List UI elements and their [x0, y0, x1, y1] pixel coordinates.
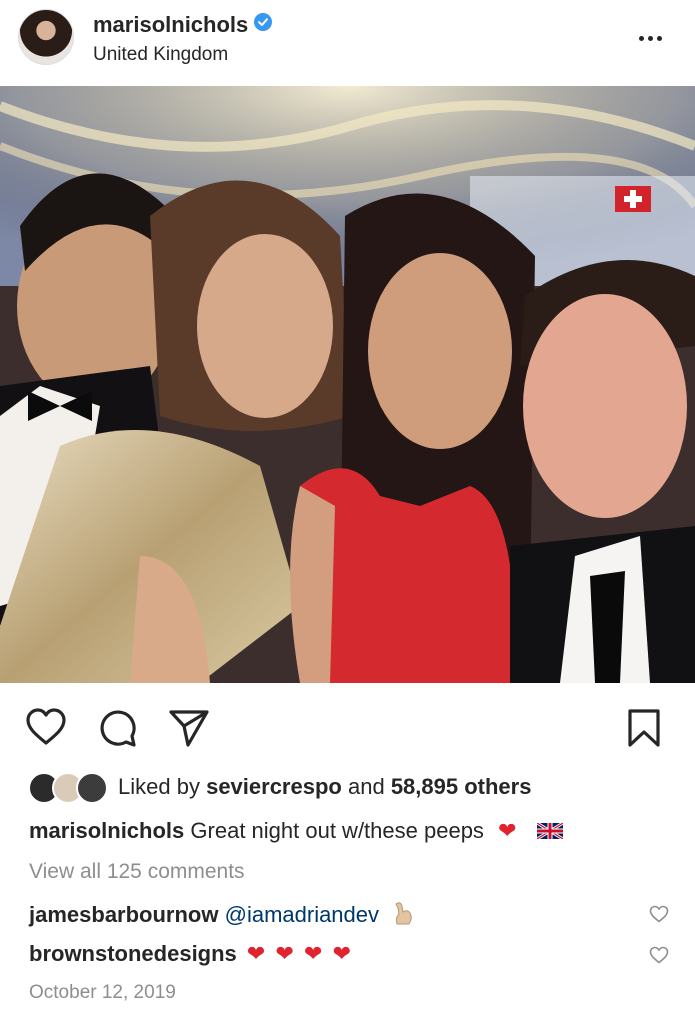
- username-text[interactable]: marisolnichols: [93, 12, 248, 37]
- post-date: October 12, 2019: [29, 982, 176, 1003]
- comment-author[interactable]: brownstonedesigns: [29, 941, 237, 966]
- heart-icon[interactable]: [25, 708, 67, 751]
- red-heart-icon: ❤: [275, 941, 294, 966]
- post-header: marisolnichols United Kingdom: [0, 0, 695, 86]
- post-location[interactable]: United Kingdom: [93, 44, 228, 66]
- likes-prefix: Liked by: [118, 774, 200, 799]
- comment-mention[interactable]: @iamadriandev: [225, 902, 379, 927]
- likes-row[interactable]: Liked by seviercrespo and 58,895 others: [28, 770, 668, 804]
- caption-author[interactable]: marisolnichols: [29, 818, 184, 843]
- liker-avatars: [28, 772, 108, 804]
- liker-username[interactable]: seviercrespo: [206, 774, 342, 799]
- red-heart-icon: ❤: [498, 818, 517, 843]
- liker-avatar: [76, 772, 108, 804]
- red-heart-icon: ❤: [246, 941, 266, 966]
- post-photo[interactable]: [0, 86, 695, 683]
- comment-author[interactable]: jamesbarbournow: [29, 902, 218, 927]
- likes-others-count[interactable]: 58,895 others: [391, 774, 532, 799]
- likes-text[interactable]: Liked by seviercrespo and 58,895 others: [118, 774, 531, 800]
- profile-avatar[interactable]: [18, 9, 74, 65]
- uk-flag-icon: [536, 823, 563, 839]
- verified-badge-icon: [254, 13, 273, 31]
- comment-like-icon[interactable]: [649, 946, 669, 964]
- flexed-biceps-icon: [395, 902, 412, 925]
- comment-item: brownstonedesigns ❤ ❤ ❤ ❤: [29, 941, 351, 967]
- caption-text: Great night out w/these peeps: [190, 818, 484, 843]
- red-heart-icon: ❤: [332, 941, 352, 966]
- red-heart-icon: ❤: [304, 941, 323, 966]
- likes-conjunction: and: [347, 774, 385, 799]
- post-caption: marisolnichols Great night out w/these p…: [29, 818, 563, 844]
- paper-plane-icon[interactable]: [168, 708, 210, 753]
- more-options-icon[interactable]: [639, 28, 669, 41]
- comment-item: jamesbarbournow @iamadriandev: [29, 900, 415, 928]
- photo-illustration: [0, 86, 695, 683]
- action-bar: [0, 700, 695, 754]
- bookmark-icon[interactable]: [627, 708, 661, 753]
- view-all-comments-link[interactable]: View all 125 comments: [29, 860, 245, 884]
- comment-icon[interactable]: [98, 708, 138, 753]
- post-username[interactable]: marisolnichols: [93, 12, 273, 38]
- comment-like-icon[interactable]: [649, 905, 669, 923]
